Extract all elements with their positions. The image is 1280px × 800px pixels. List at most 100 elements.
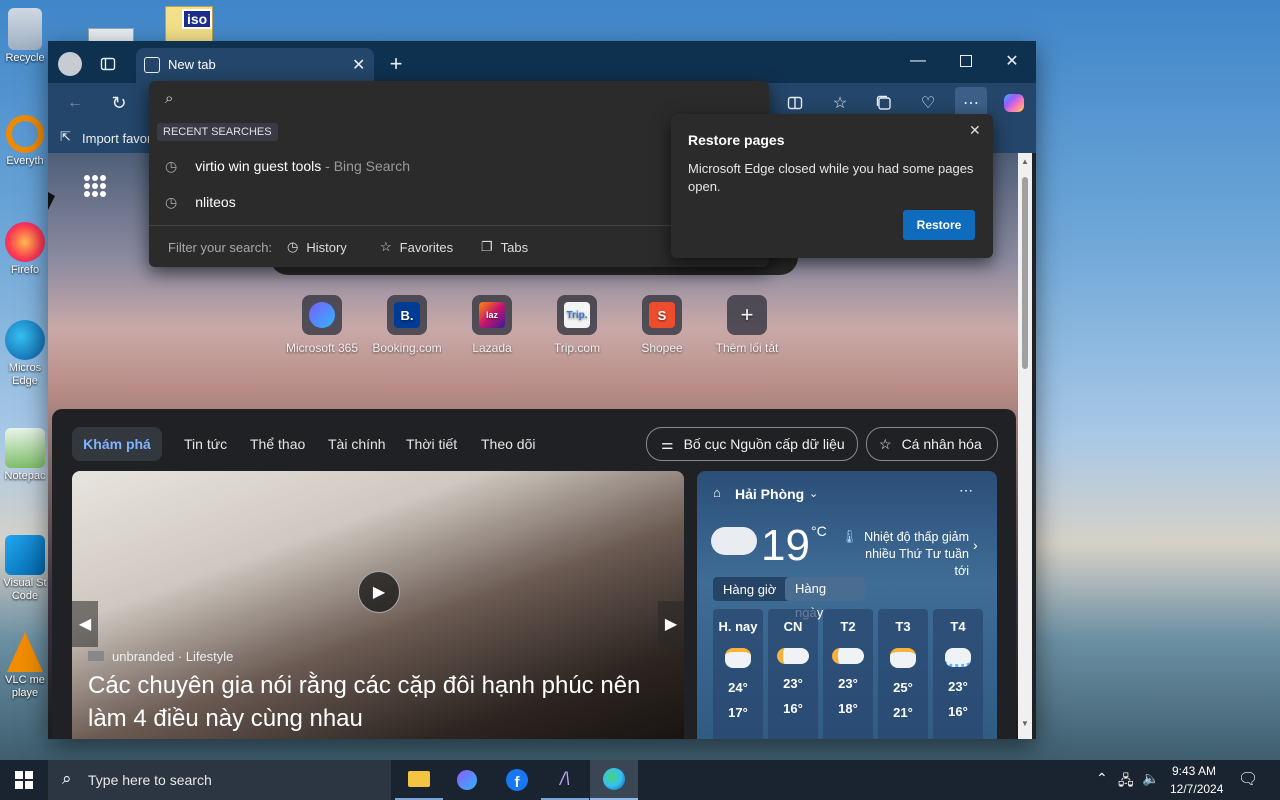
network-icon[interactable]: 🖧 (1118, 770, 1134, 794)
feed-layout-button[interactable]: ⚌ Bố cục Nguồn cấp dữ liệu (646, 427, 858, 461)
forecast-day-label: T2 (840, 619, 856, 634)
new-tab-button[interactable]: + (380, 48, 412, 80)
scrollbar-thumb[interactable] (1022, 177, 1028, 369)
apps-launcher-icon[interactable] (84, 175, 106, 197)
restore-button[interactable]: Restore (903, 210, 975, 240)
desktop-icon-vlc[interactable]: VLC me playe (0, 632, 50, 700)
feed-tab-thoi-tiet[interactable]: Thời tiết (406, 427, 457, 461)
play-video-button[interactable]: ▶ (358, 571, 400, 613)
recent-search-item[interactable]: ◷ nliteos (149, 184, 669, 220)
page-scrollbar[interactable]: ▲ ▼ (1018, 153, 1032, 739)
hero-article-card[interactable]: ▶ ◀ ▶ unbranded · Lifestyle Các chuyên g… (72, 471, 684, 739)
filter-favorites[interactable]: ☆ Favorites (380, 235, 453, 259)
weather-more-icon[interactable]: ⋯ (959, 482, 973, 499)
desktop-icon-notepad[interactable]: Notepac (0, 428, 50, 483)
feed-tab-theo-doi[interactable]: Theo dõi (481, 427, 535, 461)
forecast-day[interactable]: CN 23° 16° (768, 609, 818, 739)
taskbar-search-box[interactable]: ⌕ Type here to search (48, 760, 391, 800)
app-button[interactable]: /\ (541, 760, 589, 800)
address-bar-input[interactable] (191, 87, 755, 113)
desktop-icon-recycle-bin[interactable]: Recycle (0, 8, 50, 65)
desktop-icon-label: Everyth (6, 155, 44, 167)
desktop-icon-vscode[interactable]: Visual St Code (0, 535, 50, 603)
desktop-icon-edge[interactable]: Micros Edge (0, 320, 50, 388)
forecast-day[interactable]: T3 25° 21° (878, 609, 928, 739)
carousel-next-icon[interactable]: ▶ (658, 601, 684, 647)
tab-title: New tab (168, 57, 216, 72)
chevron-right-icon[interactable]: › (973, 537, 978, 553)
weather-card[interactable]: ⌂ Hải Phòng ⌄ ⋯ 19 °C 🌡 Nhiệt độ thấp gi… (697, 471, 997, 739)
feed-tab-the-thao[interactable]: Thể thao (250, 427, 305, 461)
edge-taskbar-button[interactable] (590, 760, 638, 800)
personalize-label: Cá nhân hóa (901, 436, 982, 452)
feed-tab-tai-chinh[interactable]: Tài chính (328, 427, 386, 461)
forecast-low: 21° (893, 705, 913, 720)
minimize-icon[interactable]: — (902, 45, 934, 77)
feed-tab-kham-pha[interactable]: Khám phá (72, 427, 162, 461)
recent-search-item[interactable]: ◷ virtio win guest tools - Bing Search (149, 148, 669, 184)
import-favorites-link[interactable]: Import favor (82, 131, 151, 146)
back-arrow-icon[interactable]: ← (59, 87, 91, 119)
close-tab-icon[interactable]: ✕ (352, 55, 365, 75)
forecast-day[interactable]: T4 23° 16° (933, 609, 983, 739)
shortcut-label: Trip.com (553, 341, 601, 355)
hourly-tab[interactable]: Hàng giờ (723, 582, 776, 597)
notifications-icon[interactable]: 🗨 (1238, 769, 1258, 789)
daily-tab[interactable]: Hàng ngày (785, 577, 865, 620)
carousel-prev-icon[interactable]: ◀ (72, 601, 98, 647)
file-explorer-button[interactable] (395, 760, 443, 800)
personalize-button[interactable]: ☆ Cá nhân hóa (866, 427, 998, 461)
rain-cloud-icon (945, 648, 971, 667)
restore-message: Microsoft Edge closed while you had some… (688, 161, 974, 194)
forecast-mode-toggle: Hàng giờ Hàng ngày (713, 577, 865, 620)
show-hidden-icons-icon[interactable]: ⌃ (1096, 770, 1108, 787)
sparkle-star-icon: ☆ (879, 435, 892, 452)
filter-history[interactable]: ◷ History (287, 235, 347, 259)
copilot-icon[interactable] (998, 87, 1030, 119)
recycle-bin-icon (8, 8, 42, 50)
profile-avatar[interactable] (58, 52, 82, 76)
shortcut-booking[interactable]: B. Booking.com (364, 295, 450, 355)
forecast-day[interactable]: H. nay 24° 17° (713, 609, 763, 739)
shortcut-lazada[interactable]: laz Lazada (449, 295, 535, 355)
desktop-icon-firefox[interactable]: Firefo (0, 222, 50, 277)
forecast-high: 24° (728, 680, 748, 695)
volume-muted-icon[interactable]: 🔈 (1142, 770, 1159, 787)
forecast-low: 18° (838, 701, 858, 716)
tab-actions-icon[interactable] (92, 48, 124, 80)
close-window-icon[interactable]: ✕ (996, 45, 1028, 77)
shopee-glyph: S (657, 307, 667, 323)
refresh-icon[interactable]: ↻ (103, 87, 135, 119)
desktop-icon-everything[interactable]: Everyth (0, 115, 50, 168)
maximize-icon[interactable] (950, 45, 982, 77)
clipchamp-button[interactable] (443, 760, 491, 800)
iso-file-icon[interactable]: iso (165, 6, 213, 44)
chevron-down-icon[interactable]: ⌄ (809, 487, 818, 500)
filter-tabs[interactable]: ❐ Tabs (481, 235, 528, 259)
facebook-button[interactable]: f (493, 760, 541, 800)
scroll-up-icon[interactable]: ▲ (1021, 157, 1029, 166)
scroll-down-icon[interactable]: ▼ (1021, 719, 1029, 728)
forecast-day-label: T4 (950, 619, 966, 634)
microsoft-365-icon (309, 302, 335, 328)
forecast-day[interactable]: T2 23° 18° (823, 609, 873, 739)
start-button[interactable] (0, 760, 48, 800)
shortcut-shopee[interactable]: S Shopee (619, 295, 705, 355)
forecast-high: 23° (783, 676, 803, 691)
weather-alert[interactable]: Nhiệt độ thấp giảm nhiều Thứ Tư tuần tới (849, 529, 969, 580)
clock-time[interactable]: 9:43 AM (1172, 764, 1216, 778)
article-title[interactable]: Các chuyên gia nói rằng các cặp đôi hạnh… (88, 669, 668, 735)
desktop-icon-label: Recycle (5, 52, 45, 64)
filter-label: Filter your search: (168, 239, 273, 255)
tab-new-tab[interactable]: New tab ✕ (136, 48, 374, 83)
shortcut-add[interactable]: + Thêm lối tắt (704, 295, 790, 355)
feed-tab-tin-tuc[interactable]: Tin tức (184, 427, 227, 461)
lazada-glyph: laz (485, 310, 498, 320)
clock-date[interactable]: 12/7/2024 (1170, 782, 1223, 796)
close-icon[interactable]: ✕ (969, 122, 981, 139)
weather-location[interactable]: Hải Phòng (735, 486, 804, 502)
partly-cloudy-icon (725, 648, 751, 668)
shortcut-microsoft-365[interactable]: Microsoft 365 (279, 295, 365, 355)
booking-glyph: B. (400, 307, 414, 323)
shortcut-trip[interactable]: Trip. Trip.com (534, 295, 620, 355)
